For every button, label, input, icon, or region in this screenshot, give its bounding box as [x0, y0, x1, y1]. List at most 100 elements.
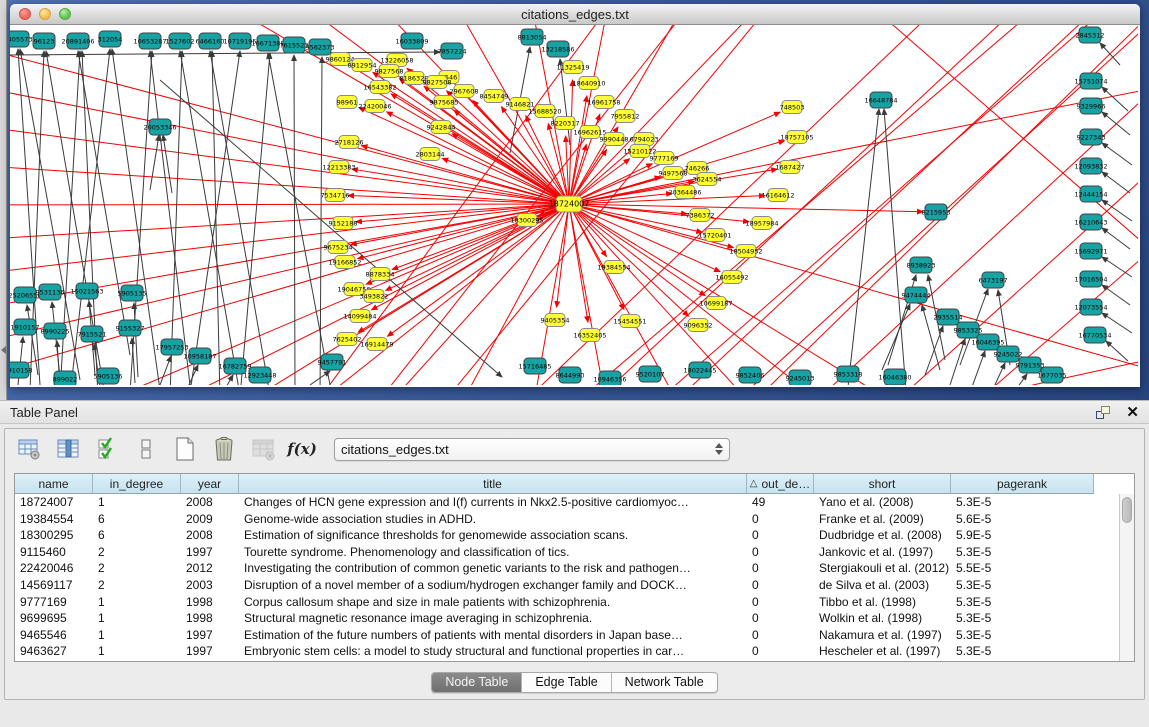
- black-edge[interactable]: [163, 135, 172, 193]
- graph-node-teal[interactable]: 8215953: [922, 204, 951, 220]
- float-panel-icon[interactable]: [1096, 406, 1110, 419]
- graph-node-yellow[interactable]: 16352405: [573, 329, 606, 342]
- graph-node-yellow[interactable]: 8912954: [348, 59, 377, 72]
- graph-node-teal[interactable]: 9474444: [902, 287, 931, 303]
- graph-node-teal[interactable]: 15716485: [518, 358, 551, 374]
- graph-node-teal[interactable]: 1910157: [11, 319, 40, 335]
- network-canvas[interactable]: 9860124891295413226058982756881863287546…: [10, 25, 1140, 387]
- graph-node-yellow[interactable]: 9405354: [541, 314, 570, 327]
- black-edge[interactable]: [1102, 313, 1132, 333]
- graph-node-yellow[interactable]: 9675234: [324, 241, 353, 254]
- graph-node-teal[interactable]: 8813054: [518, 29, 547, 45]
- tab-node-table[interactable]: Node Table: [432, 673, 522, 692]
- table-row[interactable]: 2242004622012Investigating the contribut…: [15, 560, 1119, 577]
- table-row[interactable]: 977716911998Corpus callosum shape and si…: [15, 594, 1119, 611]
- graph-node-yellow[interactable]: 19384554: [597, 261, 630, 274]
- graph-node-teal[interactable]: 9562373: [306, 39, 335, 55]
- black-edge[interactable]: [180, 51, 240, 385]
- graph-node-yellow[interactable]: 3493822: [360, 290, 389, 303]
- column-header-title[interactable]: title: [239, 474, 747, 494]
- graph-node-yellow[interactable]: 18504952: [729, 245, 762, 258]
- graph-node-teal[interactable]: 17016504: [1074, 271, 1107, 287]
- graph-node-yellow[interactable]: 18757105: [780, 131, 813, 144]
- vertical-scrollbar[interactable]: [1119, 494, 1134, 661]
- black-edge[interactable]: [190, 51, 240, 385]
- graph-node-yellow[interactable]: 16055492: [715, 271, 748, 284]
- show-columns-icon[interactable]: [53, 434, 83, 464]
- graph-node-yellow[interactable]: 98961: [337, 96, 358, 109]
- graph-node-teal[interactable]: 9520107: [636, 366, 665, 382]
- graph-node-teal[interactable]: 15692971: [1074, 243, 1107, 259]
- graph-node-teal[interactable]: 1527602: [166, 33, 195, 49]
- graph-node-yellow[interactable]: 18957984: [745, 217, 778, 230]
- graph-node-teal[interactable]: 8938923: [907, 257, 936, 273]
- graph-node-teal[interactable]: 1677035: [1038, 367, 1067, 383]
- graph-node-teal[interactable]: 1910158: [10, 362, 32, 378]
- black-edge[interactable]: [134, 303, 138, 377]
- graph-node-teal[interactable]: 8644990: [556, 367, 585, 383]
- graph-node-yellow[interactable]: 8878334: [366, 268, 395, 281]
- delete-column-trash-icon[interactable]: [209, 434, 239, 464]
- graph-node-teal[interactable]: 16046380: [878, 369, 911, 385]
- graph-node-teal[interactable]: 16770534: [1078, 327, 1111, 343]
- graph-node-yellow[interactable]: 9827508: [423, 76, 452, 89]
- graph-node-yellow[interactable]: 10699187: [699, 297, 732, 310]
- graph-node-yellow[interactable]: 3624554: [693, 173, 722, 186]
- graph-node-yellow[interactable]: 7625402: [333, 333, 362, 346]
- table-selector-dropdown[interactable]: citations_edges.txt: [334, 438, 730, 461]
- graph-node-yellow[interactable]: 7386372: [686, 209, 715, 222]
- column-header-short[interactable]: short: [814, 474, 951, 494]
- red-edge[interactable]: [387, 112, 569, 204]
- black-edge[interactable]: [170, 51, 182, 385]
- graph-node-yellow[interactable]: 748503: [780, 101, 805, 114]
- graph-node-yellow[interactable]: 2967608: [450, 85, 479, 98]
- red-edge[interactable]: [569, 204, 923, 212]
- row-height-icon[interactable]: [131, 434, 161, 464]
- graph-node-yellow[interactable]: 8454749: [480, 90, 509, 103]
- tab-network-table[interactable]: Network Table: [612, 673, 717, 692]
- graph-node-teal[interactable]: 13218586: [541, 41, 574, 57]
- graph-node-teal[interactable]: 20053346: [143, 119, 176, 135]
- graph-node-teal[interactable]: 8990225: [41, 323, 70, 339]
- zoom-window-icon[interactable]: [59, 8, 71, 20]
- function-builder-icon[interactable]: f(x): [287, 434, 317, 464]
- black-edge[interactable]: [160, 356, 171, 385]
- black-edge[interactable]: [1102, 285, 1130, 305]
- graph-node-teal[interactable]: 12444154: [1074, 186, 1107, 202]
- graph-node-teal[interactable]: 2845312: [1076, 27, 1105, 43]
- graph-node-yellow[interactable]: 7955812: [611, 110, 640, 123]
- graph-node-teal[interactable]: 5905135: [118, 285, 147, 301]
- black-edge[interactable]: [10, 52, 440, 55]
- graph-node-teal[interactable]: 7915521: [78, 326, 107, 342]
- graph-node-yellow[interactable]: 18300295: [510, 214, 543, 227]
- red-edge[interactable]: [569, 85, 1138, 204]
- table-row[interactable]: 946362711997Embryonic stem cells: a mode…: [15, 643, 1119, 660]
- table-mode-icon[interactable]: [14, 434, 44, 464]
- black-edge[interactable]: [150, 135, 159, 190]
- graph-node-yellow[interactable]: 16961758: [587, 96, 620, 109]
- black-edge[interactable]: [1015, 374, 1027, 385]
- red-edge[interactable]: [650, 25, 1100, 385]
- red-edge[interactable]: [358, 204, 569, 259]
- column-header-pagerank[interactable]: pagerank: [951, 474, 1094, 494]
- panel-collapse-arrow-icon[interactable]: [1, 346, 6, 354]
- graph-node-yellow[interactable]: 12213383: [322, 161, 355, 174]
- table-row[interactable]: 1830029562008Estimation of significance …: [15, 527, 1119, 544]
- graph-node-teal[interactable]: 96123: [33, 33, 55, 49]
- graph-node-teal[interactable]: 7857224: [438, 43, 467, 59]
- table-row[interactable]: 1872400712008Changes of HCN gene express…: [15, 494, 1119, 511]
- graph-node-teal[interactable]: 9155327: [116, 320, 145, 336]
- graph-node-teal[interactable]: 312054: [98, 31, 123, 47]
- column-header-in_degree[interactable]: in_degree: [93, 474, 181, 494]
- red-edge[interactable]: [10, 204, 569, 205]
- table-row[interactable]: 969969511998Structural magnetic resonanc…: [15, 610, 1119, 627]
- graph-node-teal[interactable]: 9852406: [736, 367, 765, 383]
- scrollbar-thumb[interactable]: [1122, 497, 1132, 523]
- graph-node-teal[interactable]: 9853318: [834, 366, 863, 382]
- graph-node-teal[interactable]: 9457791: [318, 354, 347, 370]
- graph-node-yellow[interactable]: 2718126: [335, 136, 364, 149]
- table-row[interactable]: 946554611997Estimation of the future num…: [15, 627, 1119, 644]
- black-edge[interactable]: [294, 55, 295, 385]
- graph-node-yellow[interactable]: 14099484: [343, 310, 376, 323]
- close-panel-icon[interactable]: ✕: [1126, 406, 1139, 419]
